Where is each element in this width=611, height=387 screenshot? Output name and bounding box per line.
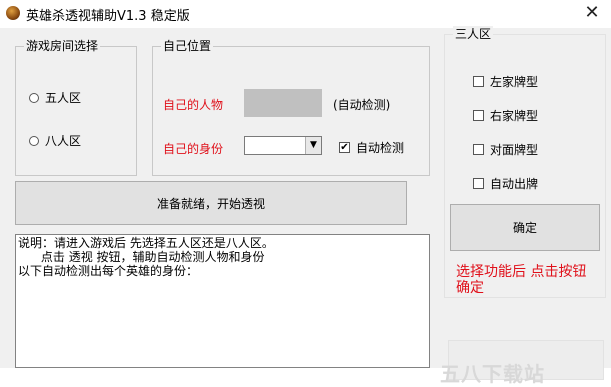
radio-five-player[interactable]: 五人区 (29, 89, 81, 106)
room-select-title: 游戏房间选择 (24, 38, 101, 54)
checkbox-icon (473, 178, 484, 189)
instruction-line: 以下自动检测出每个英雄的身份： (18, 264, 199, 278)
room-select-group: 游戏房间选择 五人区 八人区 (15, 38, 137, 176)
checkbox-label: 右家牌型 (490, 109, 539, 123)
chevron-down-icon[interactable]: ▼ (305, 137, 321, 154)
character-label: 自己的人物 (163, 98, 224, 112)
checkbox-label: 对面牌型 (490, 143, 539, 157)
instruction-line: 说明：请进入游戏后 先选择五人区还是八人区。 (18, 236, 274, 250)
instruction-line: 点击 透视 按钮，辅助自动检测人物和身份 (18, 250, 265, 264)
identity-select[interactable]: ▼ (244, 136, 322, 155)
window-title: 英雄杀透视辅助V1.3 稳定版 (26, 9, 190, 24)
checkbox-label: 左家牌型 (490, 75, 539, 89)
start-button[interactable]: 准备就绪，开始透视 (15, 181, 407, 225)
checkbox-label: 自动出牌 (490, 177, 539, 191)
game-icon (6, 6, 20, 20)
checkbox-icon (473, 144, 484, 155)
instructions-textarea[interactable]: 说明：请进入游戏后 先选择五人区还是八人区。 点击 透视 按钮，辅助自动检测人物… (15, 234, 430, 368)
radio-circle-icon (29, 135, 39, 146)
identity-label: 自己的身份 (163, 142, 224, 156)
position-group: 自己位置 自己的人物 (自动检测) 自己的身份 ▼ ✔ 自动检测 (152, 38, 430, 176)
right-hand-checkbox[interactable]: 右家牌型 (473, 107, 538, 124)
auto-detect-text: (自动检测) (333, 98, 391, 112)
checkbox-icon (473, 76, 484, 87)
radio-label: 八人区 (45, 134, 82, 148)
checkbox-checked-icon: ✔ (339, 142, 350, 153)
radio-eight-player[interactable]: 八人区 (29, 132, 81, 149)
position-title: 自己位置 (161, 38, 214, 54)
opposite-hand-checkbox[interactable]: 对面牌型 (473, 141, 538, 158)
title-bar: 英雄杀透视辅助V1.3 稳定版 ✕ (0, 0, 611, 28)
auto-detect-checkbox[interactable]: ✔ 自动检测 (339, 139, 404, 156)
auto-play-checkbox[interactable]: 自动出牌 (473, 175, 538, 192)
left-hand-checkbox[interactable]: 左家牌型 (473, 73, 538, 90)
three-player-group: 三人区 左家牌型 右家牌型 对面牌型 自动出牌 确定 (444, 26, 606, 298)
confirm-button[interactable]: 确定 (450, 204, 600, 251)
radio-circle-icon (29, 92, 39, 103)
hint-text: 选择功能后 点击按钮确定 (456, 264, 587, 296)
window-client: 游戏房间选择 五人区 八人区 自己位置 自己的人物 (自动检测) 自己的身份 ▼… (0, 26, 611, 386)
close-button[interactable]: ✕ (580, 2, 604, 24)
checkbox-icon (473, 110, 484, 121)
auto-detect-checkbox-label: 自动检测 (356, 141, 405, 155)
radio-label: 五人区 (45, 91, 82, 105)
three-player-title: 三人区 (453, 26, 494, 42)
character-portrait (244, 89, 322, 117)
watermark: 五八下载站 (440, 362, 545, 386)
